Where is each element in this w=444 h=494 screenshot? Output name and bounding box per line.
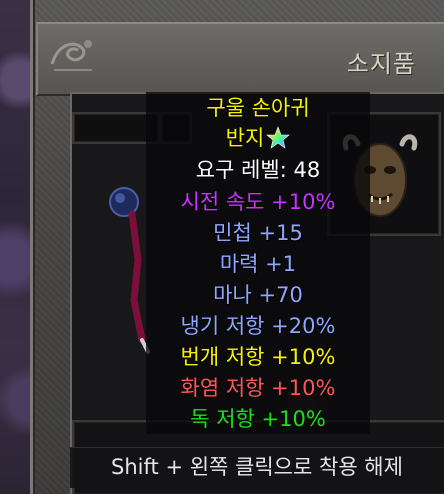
item-stat: 화염 저항 +10% bbox=[180, 376, 336, 400]
panel-title: 소지품 bbox=[346, 50, 416, 78]
inventory-screen: 소지품 구울 손아귀 반지 요구 레벨: 48 시전 속도 +10% 민첩 +1… bbox=[0, 0, 444, 494]
item-type-row: 반지 bbox=[146, 124, 370, 152]
item-stat: 번개 저항 +10% bbox=[180, 345, 336, 369]
item-stat: 냉기 저항 +20% bbox=[180, 314, 336, 338]
item-stat: 마나 +70 bbox=[213, 283, 303, 307]
rainbow-star-icon bbox=[266, 126, 291, 149]
item-requirement: 요구 레벨: 48 bbox=[195, 158, 321, 182]
item-stat: 마력 +1 bbox=[219, 252, 297, 276]
item-type: 반지 bbox=[225, 126, 265, 150]
item-stat: 민첩 +15 bbox=[213, 221, 303, 245]
ornament-icon bbox=[50, 40, 92, 71]
item-name: 구울 손아귀 bbox=[206, 96, 310, 120]
item-stat: 시전 속도 +10% bbox=[180, 190, 336, 214]
unequip-hint: Shift + 왼쪽 클릭으로 착용 해제 bbox=[70, 447, 444, 488]
item-stat: 독 저항 +10% bbox=[190, 407, 326, 431]
item-tooltip: 구울 손아귀 반지 요구 레벨: 48 시전 속도 +10% 민첩 +15 마력… bbox=[146, 92, 370, 434]
